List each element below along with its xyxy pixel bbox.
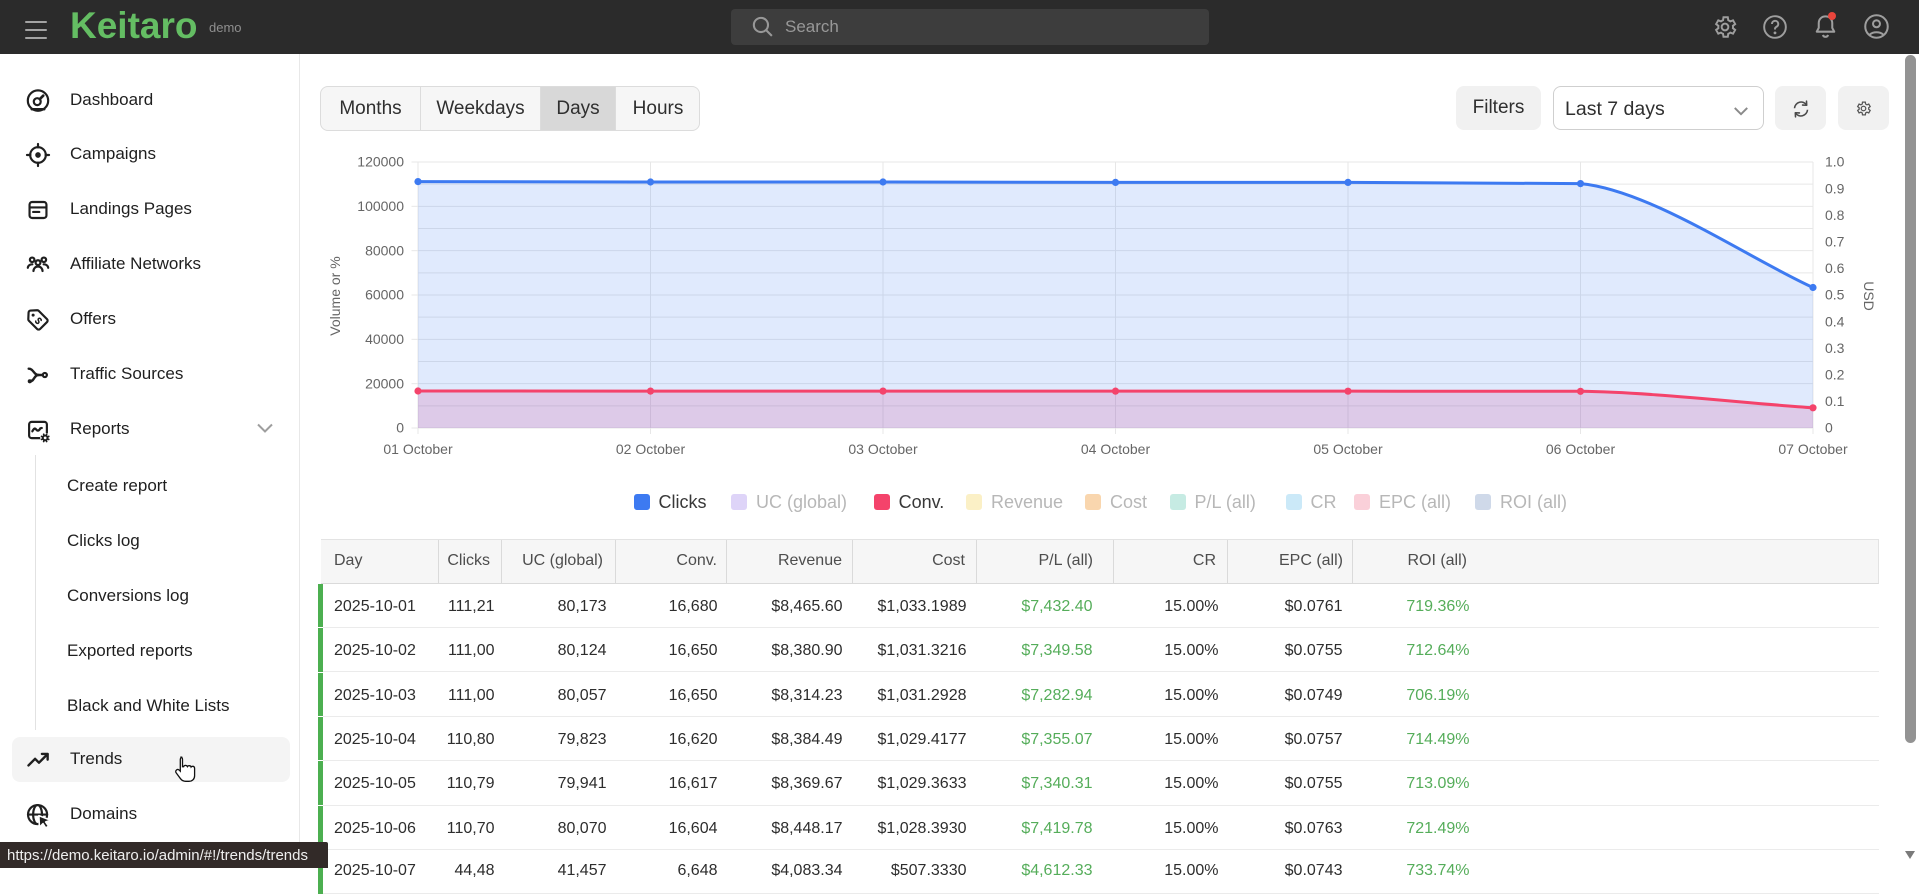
- svg-text:0.1: 0.1: [1825, 393, 1845, 409]
- svg-text:40000: 40000: [365, 331, 404, 347]
- svg-text:60000: 60000: [365, 287, 404, 303]
- svg-text:80000: 80000: [365, 242, 404, 258]
- svg-text:0.3: 0.3: [1825, 340, 1845, 356]
- svg-text:07 October: 07 October: [1778, 441, 1848, 457]
- svg-text:0.2: 0.2: [1825, 367, 1845, 383]
- svg-text:02 October: 02 October: [616, 441, 686, 457]
- svg-text:0.9: 0.9: [1825, 180, 1845, 196]
- svg-text:USD: USD: [1861, 281, 1877, 311]
- svg-text:0: 0: [1825, 420, 1833, 436]
- svg-text:0.4: 0.4: [1825, 313, 1845, 329]
- svg-text:1.0: 1.0: [1825, 154, 1845, 170]
- svg-text:0.8: 0.8: [1825, 207, 1845, 223]
- svg-text:03 October: 03 October: [848, 441, 918, 457]
- svg-text:05 October: 05 October: [1313, 441, 1383, 457]
- svg-text:120000: 120000: [357, 154, 404, 170]
- svg-text:01 October: 01 October: [383, 441, 453, 457]
- svg-text:04 October: 04 October: [1081, 441, 1151, 457]
- svg-text:06 October: 06 October: [1546, 441, 1616, 457]
- svg-text:0.6: 0.6: [1825, 260, 1845, 276]
- svg-text:100000: 100000: [357, 198, 404, 214]
- svg-text:0.7: 0.7: [1825, 234, 1845, 250]
- svg-text:0.5: 0.5: [1825, 287, 1845, 303]
- svg-text:0: 0: [396, 420, 404, 436]
- svg-text:20000: 20000: [365, 375, 404, 391]
- svg-text:Volume or %: Volume or %: [327, 256, 343, 335]
